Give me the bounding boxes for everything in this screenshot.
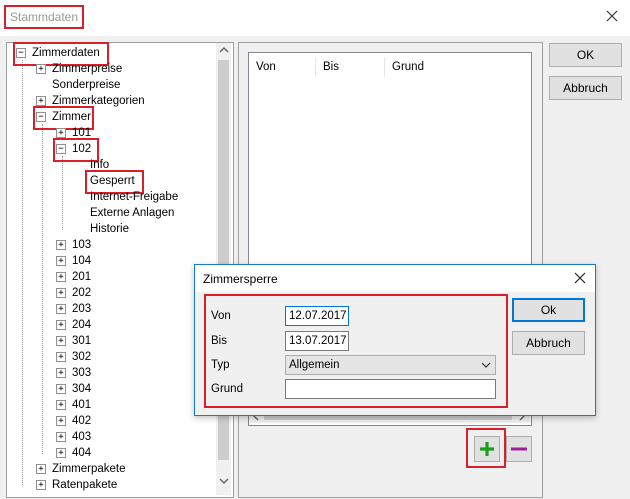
typ-selected: Allgemein (289, 359, 340, 371)
expand-icon[interactable]: + (56, 384, 66, 394)
abbruch-button[interactable]: Abbruch (549, 76, 622, 100)
tree-item-label: 304 (72, 383, 92, 395)
expand-icon[interactable]: + (56, 336, 66, 346)
tree-item-label: 103 (72, 239, 92, 251)
column-header-bis[interactable]: Bis (323, 61, 339, 73)
tree-item-label: 104 (72, 255, 92, 267)
stammdaten-window: Stammdaten − Zimmerdaten + Zimmerpreise Sond… (0, 0, 630, 499)
tree-item-label: 201 (72, 271, 92, 283)
tree-item-label: 403 (72, 431, 92, 443)
chevron-down-icon (481, 362, 491, 368)
tree-item-label: Zimmerpreise (52, 63, 123, 75)
tree-connector (22, 60, 23, 485)
tree-item-label: 202 (72, 287, 92, 299)
tree-item-label: 302 (72, 351, 92, 363)
typ-select[interactable]: Allgemein (285, 355, 496, 375)
tree-item-label: 303 (72, 367, 92, 379)
expand-icon[interactable]: + (56, 320, 66, 330)
title-bar: Stammdaten (0, 0, 630, 36)
expand-icon[interactable]: + (36, 96, 46, 106)
grund-label: Grund (211, 383, 243, 395)
expand-icon[interactable]: + (56, 432, 66, 442)
expand-icon[interactable]: + (56, 240, 66, 250)
tree-connector (62, 156, 63, 230)
tree-item-label: 402 (72, 415, 92, 427)
grund-field[interactable] (285, 379, 496, 399)
expand-icon[interactable]: + (56, 128, 66, 138)
tree-item-label: 301 (72, 335, 92, 347)
bis-field[interactable]: 13.07.2017 (285, 331, 349, 351)
scroll-up-icon[interactable] (219, 46, 229, 54)
add-button[interactable] (474, 436, 500, 462)
tree-item-label: Historie (90, 223, 129, 235)
tree-item-label: Ratenpakete (52, 479, 118, 491)
tree-item-label: 401 (72, 399, 92, 411)
tree-item-label: Zimmerpakete (52, 463, 126, 475)
tree-item-label: Internet-Freigabe (90, 191, 179, 203)
dialog-title-bar: Zimmersperre (195, 265, 595, 292)
tree-item-label: Sonderpreise (52, 79, 121, 91)
expand-icon[interactable]: + (56, 288, 66, 298)
column-separator (384, 57, 385, 77)
close-icon[interactable] (604, 8, 620, 24)
von-field[interactable]: 12.07.2017 (285, 306, 349, 326)
minus-icon (511, 447, 527, 451)
expand-icon[interactable]: + (56, 352, 66, 362)
dialog-abbruch-button[interactable]: Abbruch (512, 331, 585, 355)
close-icon[interactable] (573, 271, 587, 285)
tree-item-label: 203 (72, 303, 92, 315)
remove-button[interactable] (506, 436, 532, 462)
dialog-ok-button[interactable]: Ok (512, 298, 585, 322)
typ-label: Typ (211, 359, 230, 371)
bis-label: Bis (211, 335, 227, 347)
expand-icon[interactable]: + (56, 448, 66, 458)
expand-icon[interactable]: + (56, 416, 66, 426)
expand-icon[interactable]: + (36, 64, 46, 74)
expand-icon[interactable]: + (36, 464, 46, 474)
expand-icon[interactable]: + (56, 256, 66, 266)
tree-item-label: Externe Anlagen (90, 207, 175, 219)
tree-connector (42, 124, 43, 454)
tree-item-label: 204 (72, 319, 92, 331)
column-header-grund[interactable]: Grund (392, 61, 424, 73)
dialog-title: Zimmersperre (203, 272, 278, 286)
tree-item-label: 404 (72, 447, 92, 459)
window-title: Stammdaten (4, 5, 85, 29)
expand-icon[interactable]: + (36, 480, 46, 490)
von-label: Von (211, 310, 231, 322)
expand-icon[interactable]: + (56, 368, 66, 378)
column-separator (315, 57, 316, 77)
expand-icon[interactable]: + (56, 400, 66, 410)
plus-icon (480, 442, 494, 456)
column-header-von[interactable]: Von (256, 61, 276, 73)
expand-icon[interactable]: + (56, 272, 66, 282)
scroll-down-icon[interactable] (219, 477, 229, 485)
ok-button[interactable]: OK (549, 43, 622, 67)
expand-icon[interactable]: + (56, 304, 66, 314)
